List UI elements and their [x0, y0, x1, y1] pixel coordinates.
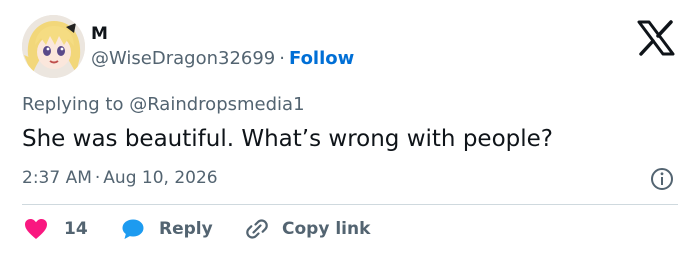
avatar[interactable] [22, 15, 85, 78]
reply-label: Reply [159, 219, 213, 239]
timestamp-separator: · [94, 168, 101, 188]
author-name[interactable]: M [91, 24, 108, 44]
divider [22, 204, 678, 205]
copy-link-button[interactable]: Copy link [244, 216, 370, 242]
reply-button[interactable]: Reply [121, 216, 213, 242]
author-handle[interactable]: @WiseDragon32699 [91, 48, 275, 69]
copy-link-label: Copy link [282, 219, 371, 239]
info-icon[interactable] [650, 167, 674, 191]
heart-icon [25, 219, 47, 239]
speech-bubble-icon [122, 219, 144, 239]
separator-dot: · [279, 48, 285, 69]
timestamp-date: Aug 10, 2026 [103, 168, 218, 188]
tweet-text: She was beautiful. What’s wrong with peo… [22, 126, 553, 152]
tweet-card: M @WiseDragon32699 · Follow Replying to @R… [0, 0, 700, 256]
timestamp[interactable]: 2:37 AM · Aug 10, 2026 [22, 167, 218, 189]
follow-button[interactable]: Follow [289, 48, 354, 69]
link-icon [246, 219, 268, 239]
reply-context[interactable]: Replying to @Raindropsmedia1 [22, 94, 305, 116]
avatar-image [22, 15, 85, 78]
like-count: 14 [64, 219, 88, 239]
handle-row: @WiseDragon32699 · Follow [91, 48, 354, 70]
like-button[interactable]: 14 [24, 216, 88, 242]
timestamp-time: 2:37 AM [22, 168, 92, 188]
x-logo-icon[interactable] [636, 20, 676, 56]
